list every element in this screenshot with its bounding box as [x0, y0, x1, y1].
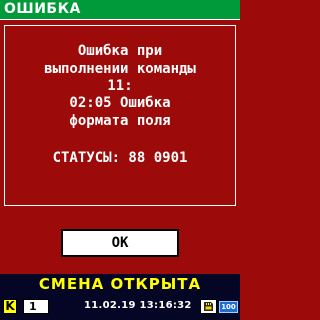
- ok-button[interactable]: OK: [61, 229, 179, 257]
- error-message-line-4: 02:05 Ошибка: [69, 95, 171, 111]
- datetime: 11.02.19 13:16:32: [84, 300, 192, 311]
- error-dialog: Ошибка при выполнении команды 11: 02:05 …: [4, 25, 236, 206]
- error-message-line-3: 11:: [107, 78, 133, 94]
- shift-status: СМЕНА ОТКРЫТА: [38, 275, 202, 293]
- error-message-line-1: Ошибка при: [77, 43, 163, 59]
- error-message-line-5: формата поля: [69, 113, 171, 129]
- status-bar: СМЕНА ОТКРЫТА K 1 11.02.19 13:16:32 100: [0, 274, 240, 320]
- sd-card-icon: [200, 299, 217, 314]
- counter-indicator: 1: [23, 299, 49, 314]
- status-codes: СТАТУСЫ: 88 0901: [52, 150, 188, 166]
- battery-indicator: 100: [219, 301, 238, 313]
- page-title: ОШИБКА: [4, 1, 81, 17]
- mode-indicator: K: [3, 299, 17, 314]
- title-bar: ОШИБКА: [0, 0, 240, 20]
- error-message-line-2: выполнении команды: [44, 61, 196, 77]
